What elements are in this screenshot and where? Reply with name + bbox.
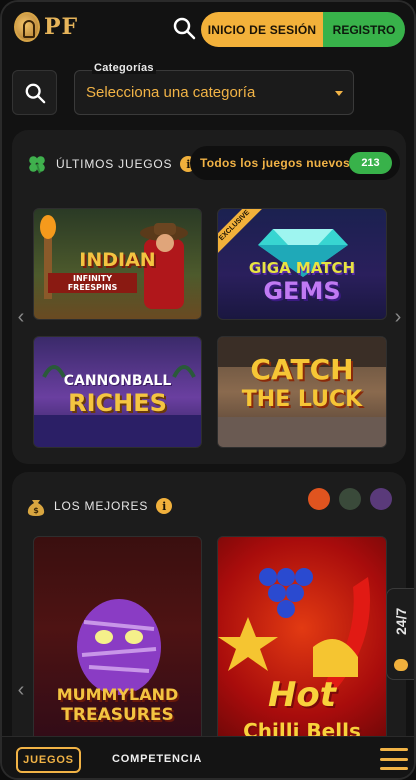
game-subtitle: TREASURES (61, 705, 174, 725)
all-new-games-label: Todos los juegos nuevos (200, 156, 351, 170)
clover-icon (29, 156, 45, 174)
money-bag-filter-icon[interactable] (308, 488, 330, 510)
game-title: MUMMYLAND (56, 685, 179, 704)
new-games-count-badge: 213 (349, 152, 392, 174)
category-select-value: Selecciona una categoría (86, 84, 256, 101)
best-games-header: $ LOS MEJORES i (26, 494, 173, 518)
game-title: CATCH (250, 353, 354, 386)
category-label: Categorías (92, 62, 156, 74)
carousel-prev-arrow[interactable]: ‹ (16, 307, 26, 327)
carousel-next-arrow[interactable]: › (393, 307, 403, 327)
game-art (77, 599, 161, 695)
info-icon[interactable]: i (156, 498, 173, 514)
game-tile[interactable]: INDIAN INFINITY FREESPINS (33, 208, 202, 320)
diamond-filter-icon[interactable] (339, 488, 361, 510)
game-title: Hot (267, 675, 337, 715)
latest-games-header: ÚLTIMOS JUEGOS i (26, 152, 197, 176)
game-subtitle: INFINITY FREESPINS (48, 273, 137, 293)
search-icon (25, 83, 45, 103)
game-tile[interactable]: EXCLUSIVE GIGA MATCH GEMS (217, 208, 387, 320)
site-logo[interactable]: PF (14, 12, 78, 42)
horseshoe-logo-icon (14, 12, 40, 42)
game-tile[interactable]: CANNONBALL RICHES (33, 336, 202, 448)
support-label: 24/7 (393, 607, 409, 635)
game-title: INDIAN (79, 249, 156, 271)
caret-down-icon (335, 91, 343, 96)
support-247-tab[interactable]: 24/7 (386, 588, 414, 680)
app-screen: PF INICIO DE SESIÓN REGISTRO Categorías … (0, 0, 416, 780)
crown-filter-icon[interactable] (370, 488, 392, 510)
svg-text:$: $ (33, 506, 39, 515)
money-bag-icon: $ (27, 500, 45, 516)
game-subtitle: RICHES (68, 389, 167, 417)
section-title: ÚLTIMOS JUEGOS (56, 157, 173, 171)
register-button[interactable]: REGISTRO (323, 12, 405, 47)
hamburger-menu-icon[interactable] (380, 748, 408, 770)
logo-text: PF (44, 14, 79, 40)
chat-icon (394, 659, 408, 671)
search-icon[interactable] (172, 16, 196, 40)
games-tab[interactable]: JUEGOS (16, 747, 81, 773)
carousel-prev-arrow[interactable]: ‹ (16, 680, 26, 700)
bottom-nav: JUEGOS COMPETENCIA (2, 736, 414, 778)
competition-tab[interactable]: COMPETENCIA (112, 753, 202, 765)
game-subtitle: THE LUCK (241, 387, 363, 412)
top-header: PF INICIO DE SESIÓN REGISTRO (2, 2, 414, 56)
section-title: LOS MEJORES (54, 499, 149, 513)
game-title: GIGA MATCH (248, 259, 356, 277)
game-tile[interactable]: MUMMYLAND TREASURES (33, 536, 202, 766)
category-select[interactable]: Selecciona una categoría (74, 70, 354, 115)
best-filter-icons (308, 488, 392, 510)
game-subtitle: GEMS (263, 277, 341, 305)
login-button[interactable]: INICIO DE SESIÓN (201, 12, 323, 47)
game-tile[interactable]: Hot Chilli Bells (217, 536, 387, 766)
game-title: CANNONBALL (63, 373, 172, 389)
game-tile[interactable]: CATCH THE LUCK (217, 336, 387, 448)
all-new-games-button[interactable]: Todos los juegos nuevos 213 (190, 146, 400, 180)
category-search-button[interactable] (12, 70, 57, 115)
